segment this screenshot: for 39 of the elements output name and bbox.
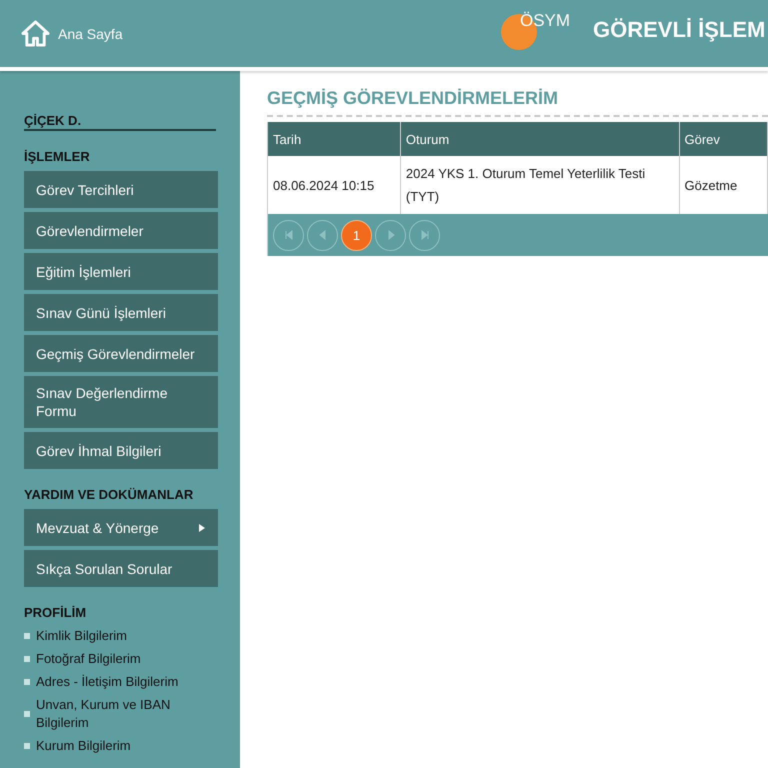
column-header: Tarih bbox=[268, 122, 400, 156]
profile-link[interactable]: Fotoğraf Bilgilerim bbox=[36, 650, 141, 668]
page-title: GEÇMİŞ GÖREVLENDİRMELERİM bbox=[267, 88, 768, 117]
user-name: ÇİÇEK D. bbox=[24, 113, 216, 131]
column-header: Oturum bbox=[400, 122, 679, 156]
menu-item[interactable]: Eğitim İşlemleri bbox=[24, 253, 218, 290]
menu-item[interactable]: Görevlendirmeler bbox=[24, 212, 218, 249]
profile-link[interactable]: Kimlik Bilgilerim bbox=[36, 627, 128, 645]
bullet-icon bbox=[24, 679, 30, 685]
bullet-icon bbox=[24, 711, 30, 717]
page-button[interactable]: 1 bbox=[341, 220, 372, 250]
menu-item[interactable]: Mevzuat & Yönerge bbox=[24, 509, 218, 546]
previous-page-button[interactable] bbox=[307, 220, 338, 250]
last-page-icon bbox=[418, 229, 430, 241]
profile-link[interactable]: Adres - İletişim Bilgilerim bbox=[36, 673, 178, 691]
section-heading: YARDIM VE DOKÜMANLAR bbox=[24, 487, 194, 502]
menu-item[interactable]: Sıkça Sorulan Sorular bbox=[24, 550, 218, 587]
bullet-icon bbox=[24, 633, 30, 639]
menu-item[interactable]: Görev İhmal Bilgileri bbox=[24, 432, 218, 469]
profile-link[interactable]: Unvan, Kurum ve IBAN Bilgilerim bbox=[36, 696, 218, 732]
first-page-icon bbox=[282, 229, 294, 241]
home-link[interactable]: Ana Sayfa bbox=[21, 19, 123, 48]
section-heading: PROFİLİM bbox=[24, 605, 88, 620]
section-heading: İŞLEMLER bbox=[24, 149, 91, 164]
menu-item[interactable]: Sınav Günü İşlemleri bbox=[24, 294, 218, 331]
home-icon bbox=[21, 19, 50, 48]
previous-page-icon bbox=[316, 229, 328, 241]
bullet-icon bbox=[24, 743, 30, 749]
column-header: Görev bbox=[679, 122, 768, 156]
profile-link[interactable]: Kurum Bilgilerim bbox=[36, 737, 131, 755]
last-page-button[interactable] bbox=[409, 220, 440, 250]
first-page-button[interactable] bbox=[273, 220, 304, 250]
menu-item[interactable]: Sınav Değerlendirme Formu bbox=[24, 376, 218, 428]
menu-item[interactable]: Geçmiş Görevlendirmeler bbox=[24, 335, 218, 372]
bullet-icon bbox=[24, 656, 30, 662]
menu-item[interactable]: Görev Tercihleri bbox=[24, 171, 218, 208]
app-title: GÖREVLİ İŞLEM bbox=[593, 17, 766, 43]
chevron-icon bbox=[198, 522, 206, 532]
next-page-button[interactable] bbox=[375, 220, 406, 250]
